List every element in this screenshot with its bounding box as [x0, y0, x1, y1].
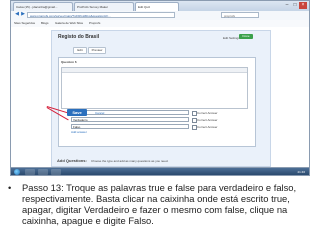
tab-proprofs[interactable]: ProProfs Survey Maker — [74, 2, 134, 11]
tab-label: ProProfs Survey Maker — [77, 5, 109, 9]
tab-label: Caixa (15) - jdacunha@gmail... — [16, 5, 58, 9]
tab-email[interactable]: Caixa (15) - jdacunha@gmail... — [13, 2, 73, 11]
maximize-icon[interactable]: □ — [291, 2, 299, 9]
browser-tab-bar: Caixa (15) - jdacunha@gmail... ProProfs … — [11, 1, 309, 11]
done-button[interactable]: Done — [239, 34, 253, 39]
address-input[interactable]: www.proprofs.com/survey/main/?id=RGHMxp&… — [27, 12, 175, 18]
page-title: Registo do Brasil — [58, 34, 100, 40]
caption-bullet: • — [8, 182, 12, 193]
correct-label: Correct Answer — [197, 118, 218, 122]
add-questions-hint: Choose the type and add as many question… — [91, 159, 169, 163]
correct-label: Correct Answer — [197, 111, 218, 115]
tab-label: Edit Quiz — [138, 5, 151, 9]
bookmark-item[interactable]: Sites Sugeridos — [14, 20, 35, 27]
preview-button[interactable]: Preview — [88, 47, 106, 54]
cancel-link[interactable]: Cancel — [95, 111, 104, 115]
taskbar-app-icon[interactable] — [25, 169, 35, 175]
web-content: Registo do Brasil Edit Preview Edit Sett… — [11, 27, 309, 167]
forward-icon[interactable]: ▶ — [19, 11, 27, 18]
add-answer-link[interactable]: Add answer — [71, 130, 87, 134]
minimize-icon[interactable]: – — [283, 2, 291, 9]
bookmark-item[interactable]: Proprofs — [89, 20, 100, 27]
answer-field-1[interactable]: True — [71, 110, 189, 115]
caption-text: Passo 13: Troque as palavras true e fals… — [22, 182, 297, 226]
add-questions-label: Add Questions: — [57, 158, 87, 163]
question-editor[interactable] — [61, 67, 248, 109]
bookmark-item[interactable]: Galeria de Web Slice — [55, 20, 83, 27]
search-input[interactable]: proprofs — [221, 12, 259, 18]
start-button[interactable] — [14, 169, 20, 175]
taskbar-app-icon[interactable] — [51, 169, 61, 175]
edit-button[interactable]: Edit — [73, 47, 87, 54]
taskbar-app-icon[interactable] — [38, 169, 48, 175]
save-button[interactable]: Save — [67, 109, 87, 116]
clock: 21:46 — [297, 170, 305, 174]
close-icon[interactable]: × — [299, 2, 307, 9]
correct-label: Correct Answer — [197, 125, 218, 129]
question-label: Question 6 — [61, 60, 77, 64]
bookmark-item[interactable]: Blogs — [41, 20, 49, 27]
screenshot-window: Caixa (15) - jdacunha@gmail... ProProfs … — [10, 0, 310, 168]
answer-field-3[interactable]: Falso — [71, 124, 189, 129]
answer-field-2[interactable]: Verdadeiro — [71, 117, 189, 122]
editor-toolbar — [62, 68, 247, 73]
edit-settings-link[interactable]: Edit Settings — [223, 36, 240, 40]
tab-edit-quiz[interactable]: Edit Quiz — [135, 2, 179, 11]
taskbar: 21:46 — [10, 168, 310, 176]
